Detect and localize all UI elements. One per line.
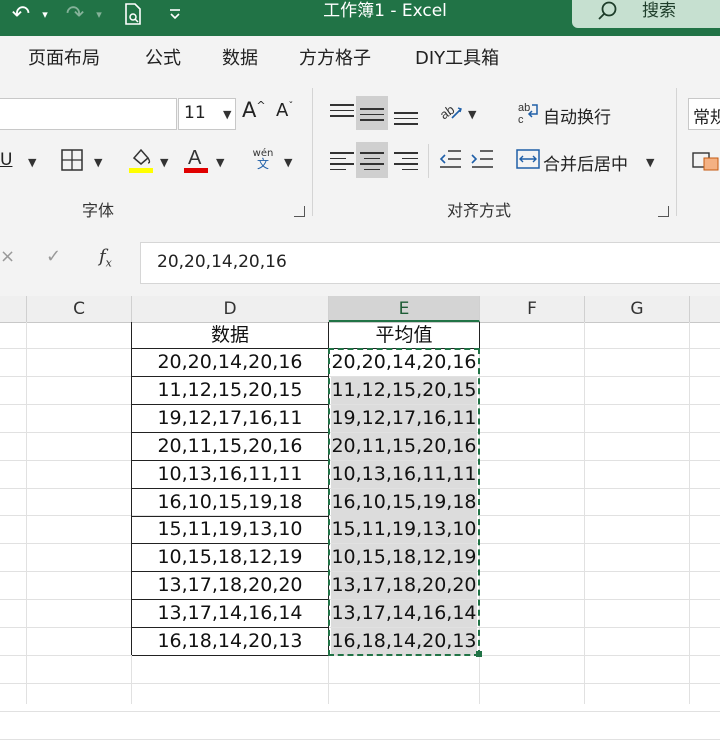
- customize-quick-access-icon[interactable]: [162, 0, 188, 28]
- font-size-value: 11: [184, 103, 206, 123]
- tab-page-layout[interactable]: 页面布局: [28, 44, 100, 70]
- data-cell[interactable]: 16,18,14,20,13: [132, 628, 328, 656]
- search-box[interactable]: 搜索: [572, 0, 720, 28]
- gridline: [689, 322, 690, 704]
- svg-text:A: A: [188, 147, 202, 169]
- chevron-down-icon[interactable]: ▼: [28, 156, 36, 169]
- font-size-box[interactable]: 11 ▼: [178, 98, 236, 130]
- wrap-text-label[interactable]: 自动换行: [543, 103, 611, 128]
- ribbon-tabs: 页面布局 公式 数据 方方格子 DIY工具箱: [0, 36, 720, 78]
- column-header-d[interactable]: D: [132, 296, 329, 322]
- merge-center-label[interactable]: 合并后居中: [543, 150, 628, 175]
- chevron-down-icon[interactable]: ▼: [284, 156, 292, 169]
- redo-icon[interactable]: ↷: [60, 0, 90, 28]
- svg-text:ab: ab: [518, 102, 530, 114]
- formula-bar: × ✓ fx 20,20,14,20,16: [0, 226, 720, 296]
- increase-indent-icon[interactable]: [470, 148, 494, 174]
- data-cell[interactable]: 13,17,14,16,14: [132, 600, 328, 629]
- print-preview-icon[interactable]: [118, 0, 148, 28]
- font-name-box[interactable]: [0, 98, 177, 130]
- cancel-icon[interactable]: ×: [0, 246, 15, 267]
- align-top-icon[interactable]: [330, 100, 354, 121]
- increase-font-size-icon[interactable]: A^: [242, 98, 266, 122]
- gridline: [584, 322, 585, 704]
- worksheet-grid[interactable]: 数据 平均值 20,20,14,20,16 20,20,14,20,16 11,12…: [0, 322, 720, 740]
- font-dialog-launcher-icon[interactable]: [294, 206, 305, 217]
- divider: [428, 144, 429, 178]
- fill-handle[interactable]: [476, 651, 482, 657]
- data-cell[interactable]: 16,10,15,19,18: [132, 489, 328, 517]
- gridline: [26, 322, 27, 704]
- formula-content: 20,20,14,20,16: [157, 252, 287, 272]
- column-header-f[interactable]: F: [480, 296, 585, 322]
- header-cell-average[interactable]: 平均值: [329, 322, 479, 349]
- borders-icon[interactable]: [60, 148, 84, 176]
- column-header-c[interactable]: C: [27, 296, 132, 322]
- column-headers: C D E F G: [0, 296, 720, 323]
- number-format-value: 常规: [693, 108, 720, 128]
- formula-input[interactable]: 20,20,14,20,16: [140, 242, 720, 284]
- group-divider: [312, 88, 313, 216]
- data-cell[interactable]: 19,12,17,16,11: [132, 405, 328, 433]
- gridline: [0, 738, 720, 740]
- tab-data[interactable]: 数据: [222, 44, 258, 70]
- wrap-text-icon[interactable]: ab c: [518, 100, 540, 128]
- align-center-icon[interactable]: [360, 148, 384, 174]
- chevron-down-icon[interactable]: ▼: [468, 108, 476, 121]
- search-label: 搜索: [642, 1, 676, 21]
- align-right-icon[interactable]: [394, 148, 418, 174]
- enter-check-icon[interactable]: ✓: [46, 246, 61, 267]
- data-cell[interactable]: 10,13,16,11,11: [132, 461, 328, 489]
- tab-diy-toolbox[interactable]: DIY工具箱: [415, 44, 499, 70]
- search-icon: [596, 0, 620, 28]
- phonetic-guide-icon[interactable]: wén 文: [250, 148, 276, 170]
- column-header-g[interactable]: G: [585, 296, 690, 322]
- alignment-group-label: 对齐方式: [447, 201, 512, 220]
- title-bar: ↶ ▾ ↷ ▾ 工作簿1 - Excel 搜索: [0, 0, 720, 36]
- undo-dropdown-icon[interactable]: ▾: [38, 0, 52, 28]
- data-cell[interactable]: 20,20,14,20,16: [132, 349, 328, 377]
- insert-function-icon[interactable]: fx: [99, 246, 112, 270]
- chevron-down-icon[interactable]: ▼: [646, 156, 654, 169]
- merge-center-icon[interactable]: [516, 148, 540, 174]
- tab-formulas[interactable]: 公式: [145, 44, 181, 70]
- svg-text:ab: ab: [438, 102, 457, 123]
- chevron-down-icon: ▼: [223, 108, 232, 121]
- gridline: [0, 710, 720, 712]
- data-cell[interactable]: 10,15,18,12,19: [132, 544, 328, 573]
- align-left-icon[interactable]: [330, 148, 354, 174]
- column-header-b[interactable]: [0, 296, 27, 322]
- copy-selection-marquee: [328, 348, 480, 656]
- tab-fangfang-gezi[interactable]: 方方格子: [299, 44, 371, 70]
- number-format-box[interactable]: 常规: [688, 98, 720, 130]
- ribbon: 11 ▼ A^ Aˇ U ▼ ▼ ▼ A ▼ wén 文 ▼ 字体 ab ▼ a…: [0, 78, 720, 226]
- font-color-icon[interactable]: A: [184, 144, 210, 178]
- chevron-down-icon[interactable]: ▼: [160, 156, 168, 169]
- chevron-down-icon[interactable]: ▼: [216, 156, 224, 169]
- data-cell[interactable]: 20,11,15,20,16: [132, 433, 328, 461]
- data-cell[interactable]: 11,12,15,20,15: [132, 377, 328, 405]
- phonetic-bottom: 文: [256, 157, 269, 171]
- chevron-down-icon[interactable]: ▼: [94, 156, 102, 169]
- fill-color-icon[interactable]: [128, 144, 156, 178]
- orientation-icon[interactable]: ab: [437, 100, 464, 128]
- underline-icon[interactable]: U: [0, 150, 12, 170]
- decrease-font-size-icon[interactable]: Aˇ: [276, 100, 293, 121]
- group-divider: [676, 88, 677, 216]
- undo-icon[interactable]: ↶: [4, 0, 38, 28]
- header-cell-data[interactable]: 数据: [132, 322, 328, 349]
- font-group-label: 字体: [82, 201, 115, 220]
- redo-dropdown-icon[interactable]: ▾: [92, 0, 106, 28]
- align-bottom-icon[interactable]: [394, 108, 418, 129]
- gridline: [0, 682, 720, 684]
- data-cell[interactable]: 15,11,19,13,10: [132, 516, 328, 545]
- alignment-dialog-launcher-icon[interactable]: [658, 206, 669, 217]
- currency-format-icon[interactable]: [692, 150, 720, 176]
- data-cell[interactable]: 13,17,18,20,20: [132, 572, 328, 601]
- decrease-indent-icon[interactable]: [438, 148, 462, 174]
- column-header-e[interactable]: E: [329, 296, 480, 322]
- window-title: 工作簿1 - Excel: [323, 1, 447, 21]
- align-middle-icon[interactable]: [360, 104, 384, 125]
- svg-text:c: c: [518, 114, 524, 124]
